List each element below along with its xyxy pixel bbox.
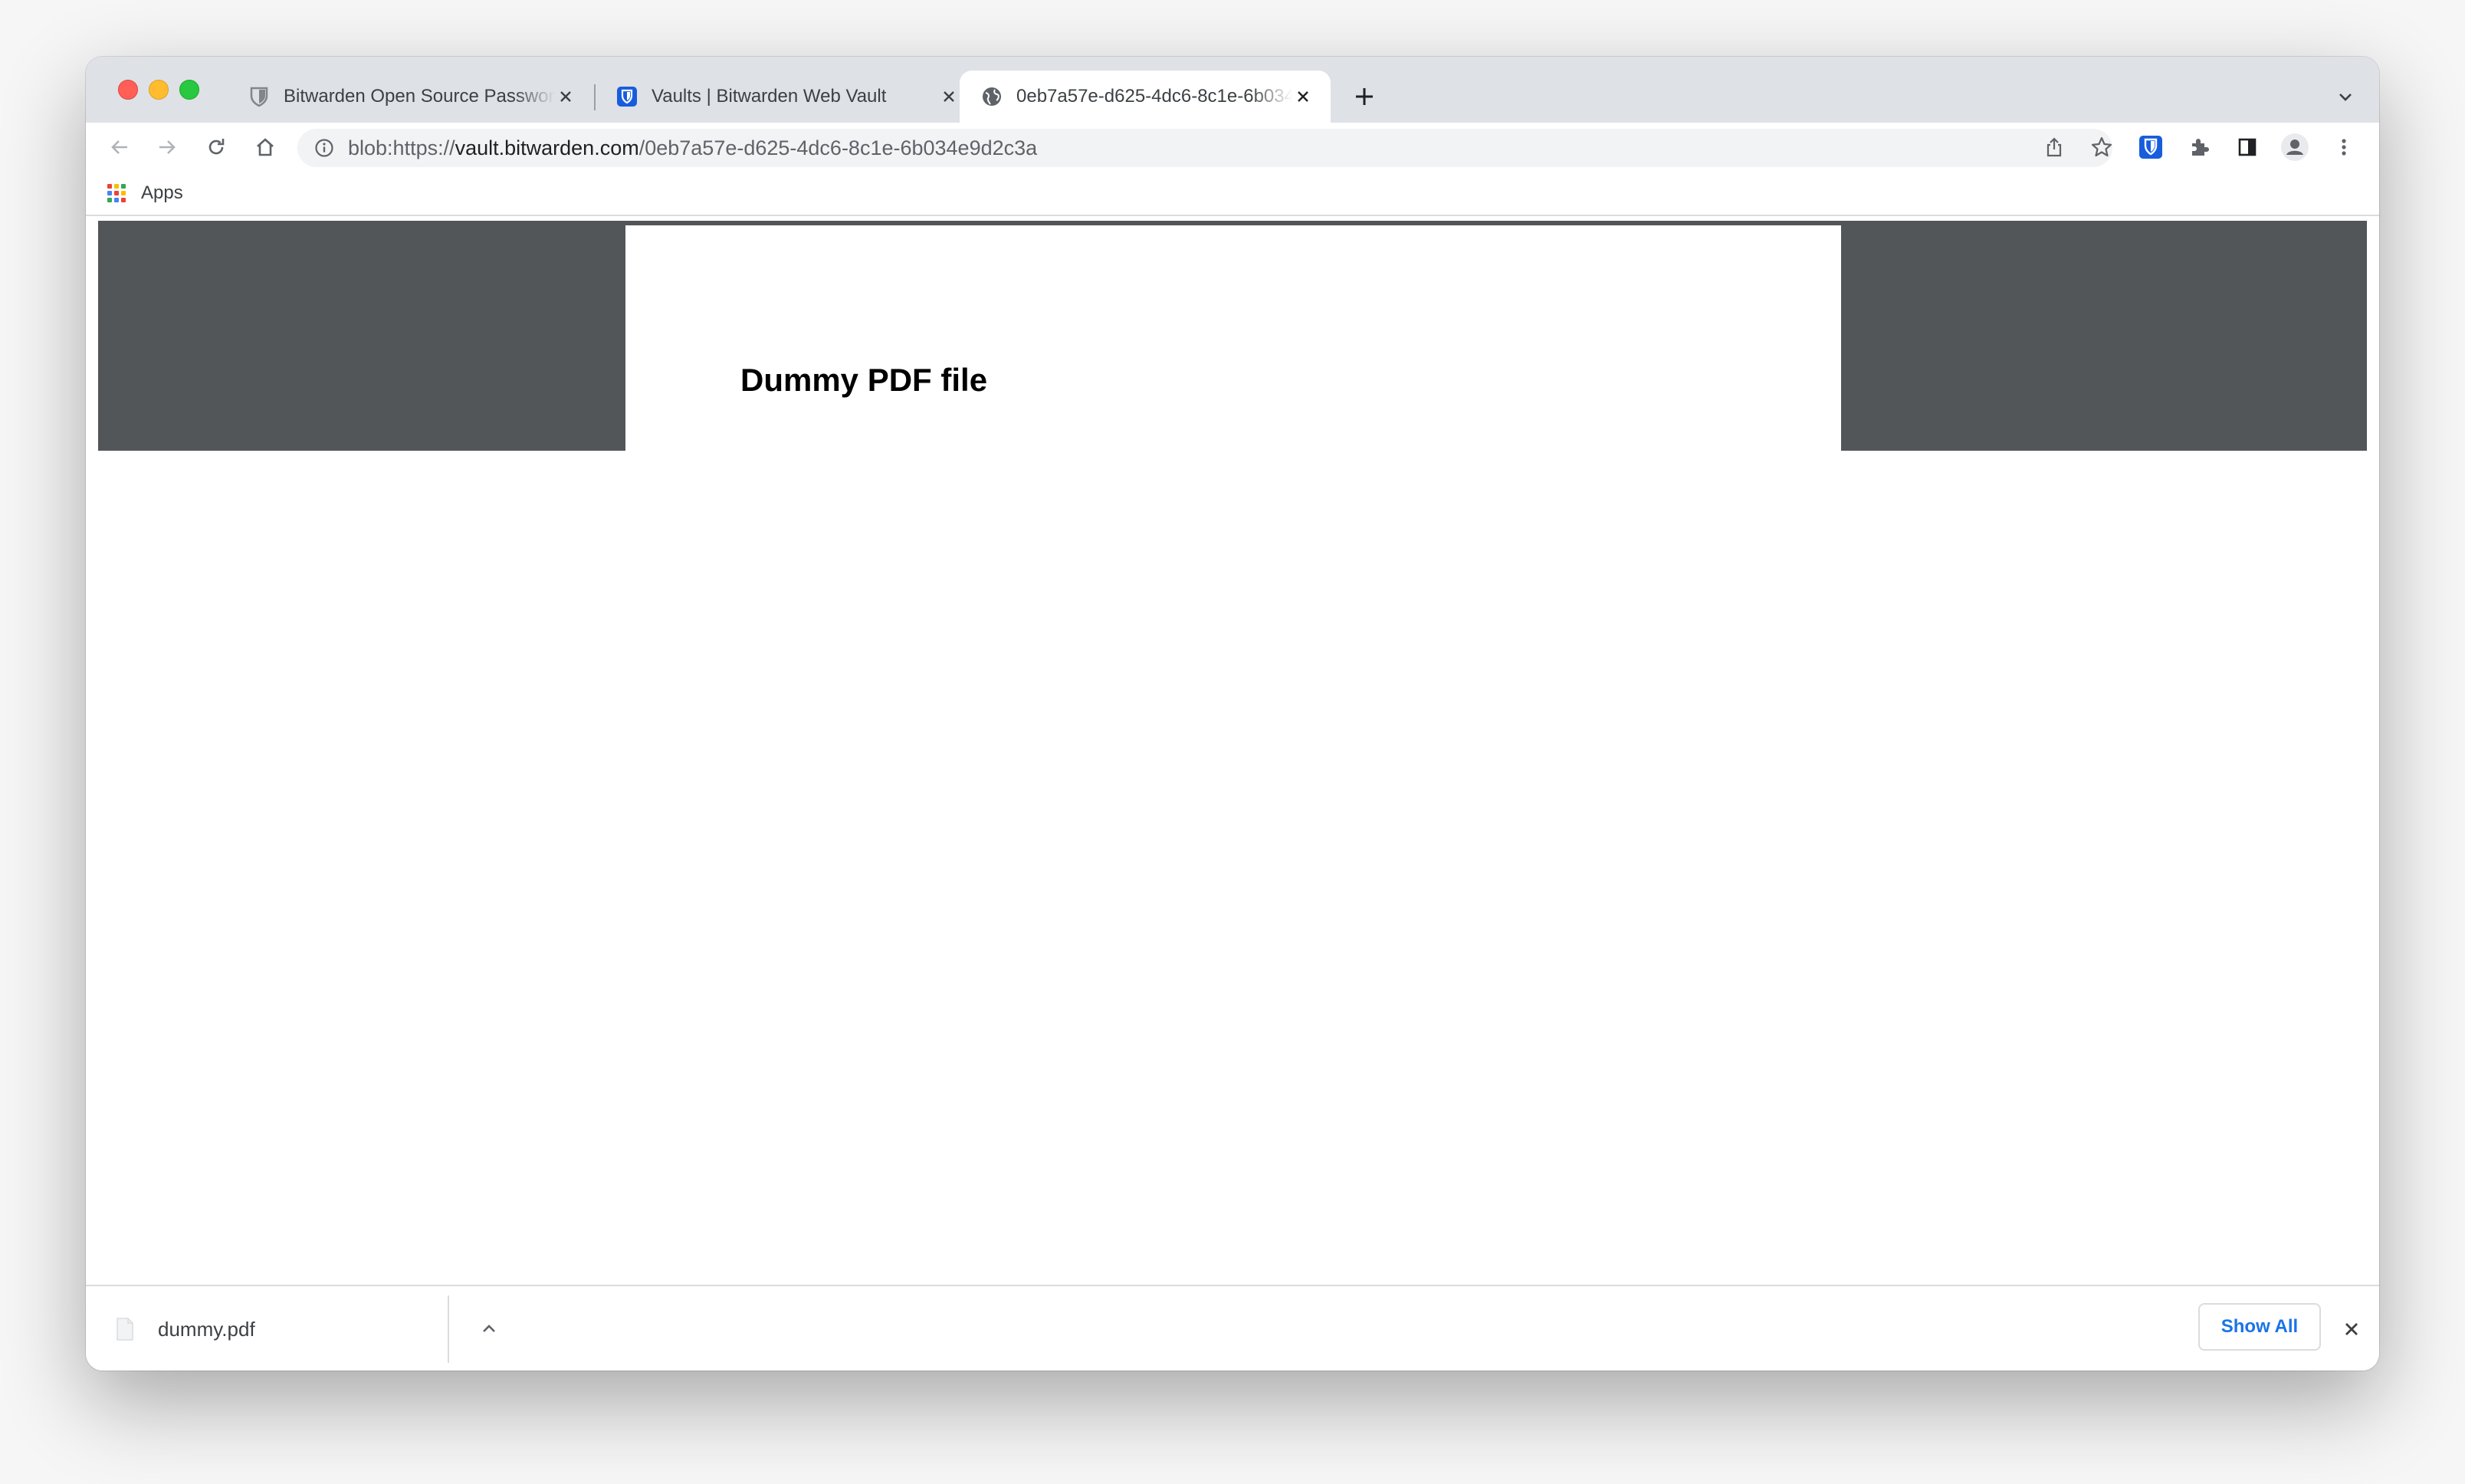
back-arrow-icon	[111, 140, 127, 154]
address-bar[interactable]: blob:https://vault.bitwarden.com/0eb7a57…	[297, 129, 2112, 167]
tab-title: 0eb7a57e-d625-4dc6-8c1e-6b034e9d2c3a	[1016, 86, 1292, 107]
home-button[interactable]	[250, 132, 281, 163]
home-icon	[257, 138, 274, 156]
download-options-button[interactable]	[475, 1315, 503, 1343]
side-panel-icon	[2238, 138, 2257, 156]
new-tab-button[interactable]	[1349, 81, 1380, 112]
forward-arrow-icon	[159, 140, 176, 154]
chevron-up-icon	[483, 1325, 495, 1332]
apps-grid-icon	[107, 184, 126, 202]
plus-icon	[1356, 88, 1373, 105]
url-host: vault.bitwarden.com	[455, 136, 639, 159]
avatar-icon	[2281, 133, 2309, 161]
reload-icon	[208, 139, 225, 155]
extensions-button[interactable]	[2184, 132, 2215, 163]
reload-button[interactable]	[201, 132, 231, 163]
info-icon[interactable]	[313, 136, 336, 159]
share-icon	[2047, 137, 2062, 157]
close-shelf-button[interactable]	[2336, 1314, 2367, 1344]
close-icon[interactable]	[1292, 86, 1314, 107]
url-text: blob:https://vault.bitwarden.com/0eb7a57…	[348, 136, 1037, 160]
bookmark-star-button[interactable]	[2086, 132, 2117, 163]
forward-button[interactable]	[152, 132, 182, 163]
pdf-page: Dummy PDF file	[625, 225, 1841, 451]
star-icon	[2091, 136, 2112, 157]
share-button[interactable]	[2039, 132, 2069, 163]
back-button[interactable]	[104, 132, 135, 163]
tab-strip: Bitwarden Open Source Password Manager V…	[86, 57, 2379, 123]
bitwarden-shield-blue-icon	[616, 86, 638, 107]
close-icon[interactable]	[938, 86, 960, 107]
side-panel-button[interactable]	[2232, 132, 2263, 163]
page-content: Dummy PDF file	[86, 216, 2379, 1265]
close-icon[interactable]	[555, 86, 576, 107]
download-divider	[448, 1295, 449, 1363]
puzzle-piece-icon	[2192, 139, 2209, 156]
url-scheme: blob:https://	[348, 136, 455, 159]
browser-window: Bitwarden Open Source Password Manager V…	[86, 57, 2379, 1371]
tab-search-button[interactable]	[2333, 84, 2358, 109]
file-icon	[117, 1318, 133, 1341]
window-minimize-button[interactable]	[149, 80, 169, 100]
tab-bitwarden-home[interactable]: Bitwarden Open Source Password Manager	[227, 71, 593, 123]
apps-label: Apps	[141, 182, 183, 203]
show-all-button[interactable]: Show All	[2198, 1303, 2321, 1351]
profile-button[interactable]	[2280, 132, 2310, 163]
tab-title: Vaults | Bitwarden Web Vault	[652, 86, 887, 107]
chrome-menu-button[interactable]	[2329, 132, 2359, 163]
tab-title: Bitwarden Open Source Password Manager	[284, 86, 555, 107]
window-zoom-button[interactable]	[179, 80, 199, 100]
bookmarks-bar: Apps	[86, 172, 2379, 216]
pdf-viewer: Dummy PDF file	[98, 221, 2367, 451]
navigation-toolbar: blob:https://vault.bitwarden.com/0eb7a57…	[86, 123, 2379, 172]
url-path: /0eb7a57e-d625-4dc6-8c1e-6b034e9d2c3a	[638, 136, 1038, 159]
download-file-name: dummy.pdf	[158, 1317, 255, 1341]
chevron-down-icon	[2339, 94, 2352, 101]
close-icon	[2345, 1323, 2358, 1335]
bookmark-apps[interactable]: Apps	[107, 179, 183, 207]
pdf-heading: Dummy PDF file	[740, 362, 988, 398]
globe-icon	[981, 86, 1003, 107]
bitwarden-shield-gray-icon	[248, 86, 270, 107]
tab-blob-pdf[interactable]: 0eb7a57e-d625-4dc6-8c1e-6b034e9d2c3a	[960, 71, 1331, 123]
bitwarden-shield-blue-icon	[2139, 136, 2162, 159]
kebab-menu-icon	[2342, 139, 2346, 156]
bitwarden-extension-button[interactable]	[2135, 132, 2166, 163]
download-item[interactable]: dummy.pdf	[117, 1286, 515, 1371]
download-shelf: dummy.pdf Show All	[86, 1285, 2379, 1371]
window-close-button[interactable]	[118, 80, 138, 100]
